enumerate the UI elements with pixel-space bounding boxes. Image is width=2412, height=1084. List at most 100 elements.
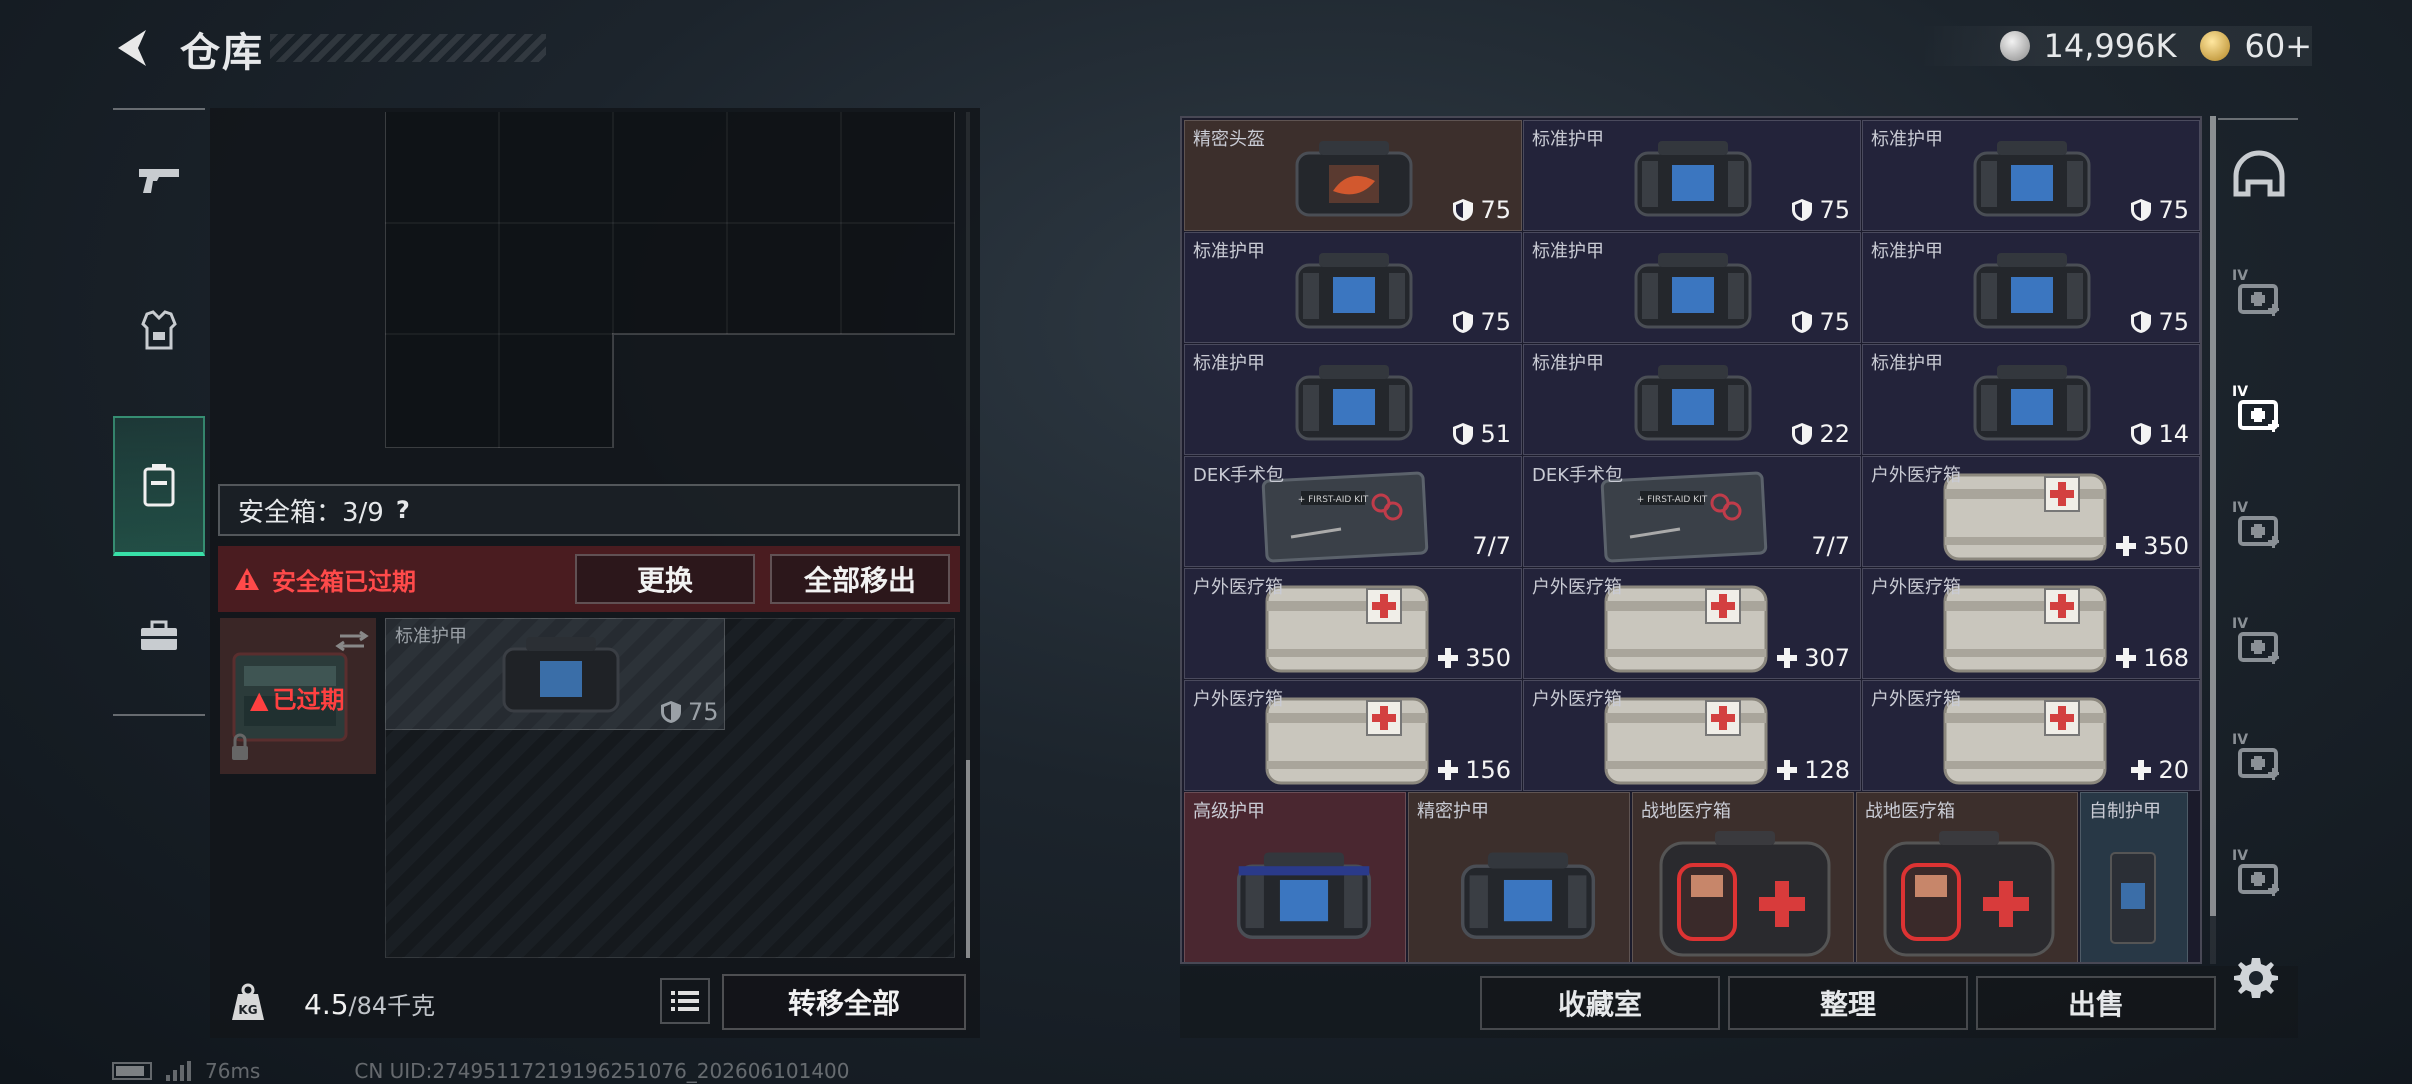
stash-item[interactable]: 高级护甲 — [1184, 792, 1406, 962]
stash-item-name: 标准护甲 — [1871, 353, 1943, 374]
stash-item[interactable]: + FIRST-AID KIT DEK手术包 7/7 — [1184, 456, 1522, 567]
warning-icon — [235, 568, 259, 590]
stash-item-name: 户外医疗箱 — [1871, 465, 1961, 486]
stash-item-value: 75 — [2130, 308, 2189, 336]
armor-image — [1973, 365, 2091, 441]
stash-item[interactable]: 精密头盔 75 — [1184, 120, 1522, 231]
gold-coin-icon — [2200, 31, 2231, 61]
stash-item-value: 51 — [1452, 420, 1511, 448]
settings-gear-icon[interactable] — [2232, 954, 2280, 1002]
stash-item[interactable]: 户外医疗箱 128 — [1523, 680, 1861, 791]
stash-item-name: 标准护甲 — [1871, 129, 1943, 150]
safe-case-item-durability: 75 — [660, 698, 719, 726]
heal-plus-icon — [2131, 760, 2152, 780]
stash-item-name: 标准护甲 — [1532, 353, 1604, 374]
heal-plus-icon — [1438, 648, 1459, 668]
list-view-button[interactable] — [660, 978, 710, 1024]
svg-text:IV: IV — [2232, 616, 2248, 632]
shield-icon — [1453, 199, 1474, 221]
stash-item[interactable]: + FIRST-AID KIT DEK手术包 7/7 — [1523, 456, 1861, 567]
safe-case-item-name: 标准护甲 — [395, 626, 467, 647]
stash-item-value: 20 — [2130, 756, 2189, 784]
move-out-all-button[interactable]: 全部移出 — [770, 554, 950, 604]
uid-text: CN UID:2749511721919625107​6_20260610140… — [354, 1059, 850, 1083]
stash-item-value: 75 — [2130, 196, 2189, 224]
heal-plus-icon — [2116, 536, 2137, 556]
stash-item-value: 22 — [1791, 420, 1850, 448]
stash-item[interactable]: 标准护甲 22 — [1523, 344, 1861, 455]
stash-item[interactable]: 战地医疗箱 — [1632, 792, 1854, 962]
stash-tab-iv-6-icon[interactable]: IV — [2232, 846, 2286, 900]
armor-image — [1295, 253, 1413, 329]
stash-item[interactable]: 标准护甲 51 — [1184, 344, 1522, 455]
carry-weight: 4.5/84千克 — [304, 988, 436, 1021]
transfer-all-button[interactable]: 转移全部 — [722, 974, 966, 1030]
stash-item-value: 14 — [2130, 420, 2189, 448]
stash-tab-iv-5-icon[interactable]: IV — [2232, 730, 2286, 784]
stash-scrollbar-thumb[interactable] — [2210, 116, 2216, 916]
stash-tab-iv-3-icon[interactable]: IV — [2232, 498, 2286, 552]
stash-item-name: DEK手术包 — [1532, 465, 1624, 486]
left-scrollbar-thumb[interactable] — [966, 760, 970, 958]
battery-icon — [112, 1062, 152, 1080]
stash-item[interactable]: 户外医疗箱 307 — [1523, 568, 1861, 679]
surgery-kit-image: + FIRST-AID KIT — [1261, 471, 1429, 563]
stash-item-value: 128 — [1776, 756, 1850, 784]
stash-item-name: 战地医疗箱 — [1641, 801, 1731, 822]
svg-text:KG: KG — [238, 1003, 257, 1017]
stash-item-name: 战地医疗箱 — [1865, 801, 1955, 822]
stash-item[interactable]: 精密护甲 — [1408, 792, 1630, 962]
sort-button[interactable]: 整理 — [1728, 976, 1968, 1030]
swap-icon — [340, 630, 369, 642]
homemade-armor-image — [2110, 852, 2156, 944]
stash-item-name: DEK手术包 — [1193, 465, 1285, 486]
stash-item[interactable]: 战地医疗箱 — [1856, 792, 2078, 962]
stash-item[interactable]: 户外医疗箱 168 — [1862, 568, 2200, 679]
back-button[interactable] — [112, 26, 156, 70]
svg-text:IV: IV — [2232, 732, 2248, 748]
outdoor-medkit-image — [1265, 585, 1429, 673]
stash-item[interactable]: 标准护甲 14 — [1862, 344, 2200, 455]
equipment-nav — [113, 108, 205, 716]
status-footer: 76ms CN UID:2749511721919625107​6_202606… — [112, 1058, 850, 1084]
stash-item-value: 350 — [1437, 644, 1511, 672]
armor-image — [1634, 253, 1752, 329]
stash-item[interactable]: 户外医疗箱 156 — [1184, 680, 1522, 791]
stash-item[interactable]: 标准护甲 75 — [1862, 120, 2200, 231]
stash-item[interactable]: 户外医疗箱 350 — [1184, 568, 1522, 679]
stash-item[interactable]: 标准护甲 75 — [1523, 120, 1861, 231]
collection-room-button[interactable]: 收藏室 — [1480, 976, 1720, 1030]
sell-button[interactable]: 出售 — [1976, 976, 2216, 1030]
stash-tab-iv-2-icon[interactable]: IV — [2232, 382, 2286, 436]
nav-toolbox-tab[interactable] — [113, 566, 205, 706]
shield-icon — [2131, 423, 2152, 445]
stash-item-name: 标准护甲 — [1871, 241, 1943, 262]
page-title: 仓库 — [180, 30, 264, 76]
stash-tab-iv-4-icon[interactable]: IV — [2232, 614, 2286, 668]
stash-item[interactable]: 自制护甲 — [2080, 792, 2188, 962]
stash-item-name: 标准护甲 — [1193, 241, 1265, 262]
stash-item-value: 168 — [2115, 644, 2189, 672]
helmet-category-icon[interactable] — [2232, 150, 2286, 204]
nav-weapon-tab[interactable] — [113, 110, 205, 250]
nav-vest-tab[interactable] — [113, 260, 205, 400]
stash-item[interactable]: 标准护甲 75 — [1184, 232, 1522, 343]
shield-icon — [1453, 311, 1474, 333]
shield-icon — [1792, 423, 1813, 445]
silver-coin-icon — [1999, 31, 2030, 61]
title-decoration — [270, 34, 546, 62]
stash-item[interactable]: 标准护甲 75 — [1862, 232, 2200, 343]
stash-item[interactable]: 户外医疗箱 350 — [1862, 456, 2200, 567]
stash-item-name: 标准护甲 — [1532, 241, 1604, 262]
stash-tab-iv-1-icon[interactable]: IV — [2232, 266, 2286, 320]
stash-item-value: 7/7 — [1472, 532, 1511, 560]
nav-safe-case-tab[interactable] — [113, 416, 205, 556]
armor-image — [1634, 141, 1752, 217]
replace-button[interactable]: 更换 — [575, 554, 755, 604]
help-icon[interactable]: ? — [396, 496, 410, 524]
stash-item-value: 75 — [1791, 308, 1850, 336]
stash-item[interactable]: 标准护甲 75 — [1523, 232, 1861, 343]
stash-item-name: 户外医疗箱 — [1871, 577, 1961, 598]
stash-item[interactable]: 户外医疗箱 20 — [1862, 680, 2200, 791]
stash-item-value: 156 — [1437, 756, 1511, 784]
